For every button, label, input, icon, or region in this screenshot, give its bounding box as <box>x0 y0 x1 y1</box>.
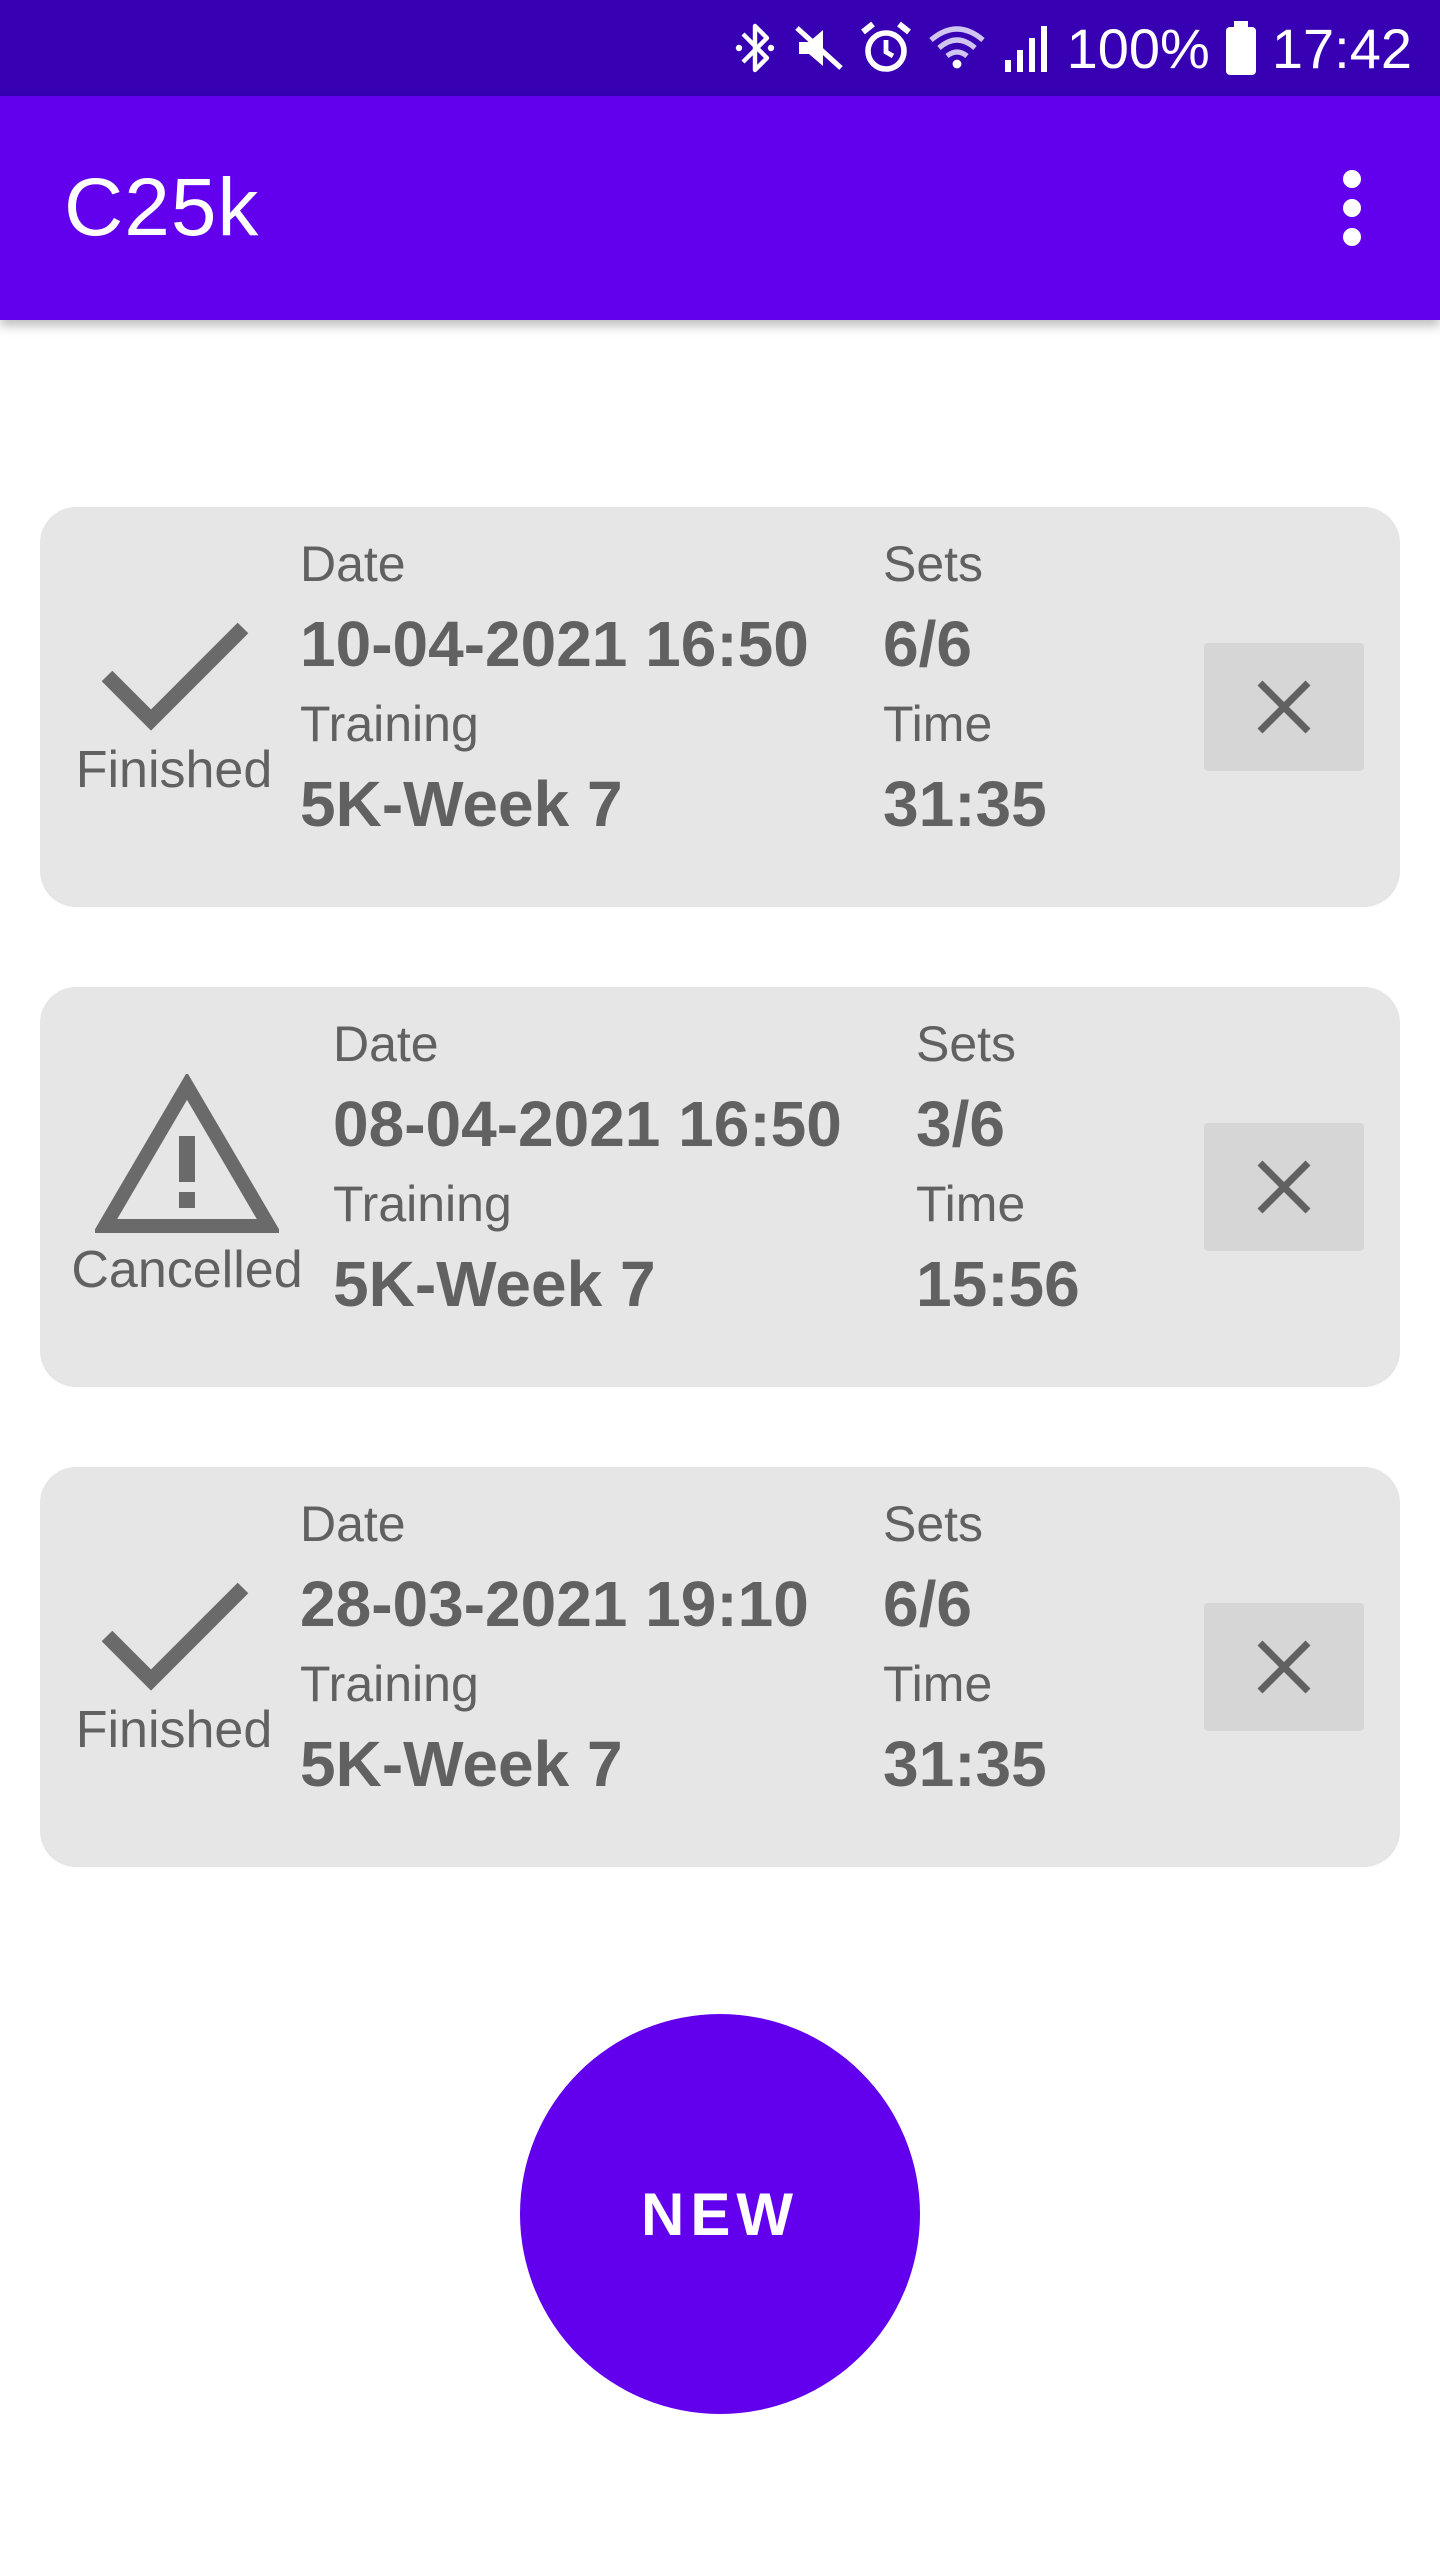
close-icon <box>1257 680 1311 734</box>
warning-icon <box>95 1074 279 1233</box>
battery-percentage: 100% <box>1066 16 1210 80</box>
close-icon <box>1257 1640 1311 1694</box>
sets-label: Sets <box>883 1496 984 1552</box>
wifi-icon <box>928 26 985 69</box>
sets-value: 3/6 <box>916 1088 1005 1160</box>
time-value: 31:35 <box>883 1728 1047 1800</box>
sets-label: Sets <box>916 1016 1017 1072</box>
close-icon <box>1257 1160 1311 1214</box>
training-label: Training <box>300 1656 479 1712</box>
session-status: Cancelled <box>54 987 320 1387</box>
training-value: 5K-Week 7 <box>300 1728 623 1800</box>
date-label: Date <box>333 1016 439 1072</box>
time-value: 31:35 <box>883 768 1047 840</box>
more-vert-icon <box>1343 170 1361 188</box>
bluetooth-icon <box>735 23 774 73</box>
time-value: 15:56 <box>916 1248 1080 1320</box>
status-label: Finished <box>75 1701 273 1759</box>
check-icon <box>101 1582 249 1691</box>
training-value: 5K-Week 7 <box>300 768 623 840</box>
date-value: 28-03-2021 19:10 <box>300 1568 809 1640</box>
status-label: Cancelled <box>71 1241 303 1299</box>
session-status: Finished <box>62 507 286 907</box>
more-options-button[interactable] <box>1296 152 1408 264</box>
app-title: C25k <box>64 162 260 253</box>
alarm-icon <box>860 21 911 72</box>
clock: 17:42 <box>1271 16 1412 80</box>
date-label: Date <box>300 536 406 592</box>
delete-session-button[interactable] <box>1204 1123 1364 1251</box>
status-label: Finished <box>75 741 273 799</box>
sets-value: 6/6 <box>883 608 972 680</box>
status-bar: 100% 17:42 <box>0 0 1440 96</box>
session-status: Finished <box>62 1467 286 1867</box>
training-value: 5K-Week 7 <box>333 1248 656 1320</box>
mute-icon <box>794 26 843 70</box>
sets-label: Sets <box>883 536 984 592</box>
training-label: Training <box>300 696 479 752</box>
delete-session-button[interactable] <box>1204 1603 1364 1731</box>
session-card[interactable]: Finished Date 28-03-2021 19:10 Training … <box>40 1467 1400 1867</box>
session-card[interactable]: Cancelled Date 08-04-2021 16:50 Training… <box>40 987 1400 1387</box>
time-label: Time <box>916 1176 1026 1232</box>
date-value: 08-04-2021 16:50 <box>333 1088 842 1160</box>
battery-icon <box>1225 21 1256 75</box>
status-icons: 100% 17:42 <box>731 0 1412 96</box>
app-bar: C25k <box>0 96 1440 320</box>
new-session-button[interactable]: NEW <box>520 2014 920 2414</box>
sets-value: 6/6 <box>883 1568 972 1640</box>
signal-icon <box>1004 26 1047 72</box>
check-icon <box>101 622 249 731</box>
date-label: Date <box>300 1496 406 1552</box>
time-label: Time <box>883 696 993 752</box>
delete-session-button[interactable] <box>1204 643 1364 771</box>
date-value: 10-04-2021 16:50 <box>300 608 809 680</box>
time-label: Time <box>883 1656 993 1712</box>
session-card[interactable]: Finished Date 10-04-2021 16:50 Training … <box>40 507 1400 907</box>
training-label: Training <box>333 1176 512 1232</box>
